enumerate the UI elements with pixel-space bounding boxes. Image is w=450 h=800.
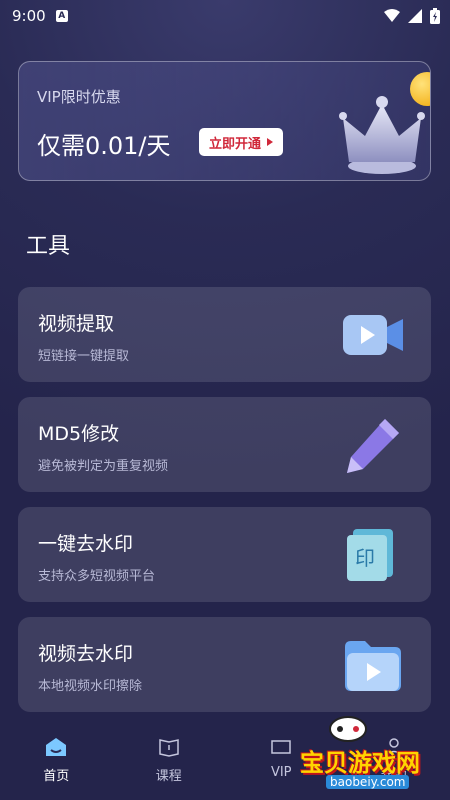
signal-icon: [408, 9, 422, 23]
tool-desc: 避免被判定为重复视频: [38, 459, 169, 474]
tool-card-md5[interactable]: MD5修改 避免被判定为重复视频: [18, 397, 431, 492]
crown-icon: [339, 96, 425, 174]
vip-open-button[interactable]: 立即开通: [199, 128, 284, 156]
notification-a-icon: A: [55, 10, 68, 22]
section-title-tools: 工具: [26, 234, 71, 259]
tool-title: 一键去水印: [38, 533, 134, 555]
status-time: 9:00: [12, 7, 46, 25]
tool-card-remove-watermark[interactable]: 一键去水印 支持众多短视频平台 印: [18, 507, 431, 602]
status-right: [384, 8, 440, 24]
svg-text:印: 印: [355, 546, 375, 570]
tool-card-video-extract[interactable]: 视频提取 短链接一键提取: [18, 287, 431, 382]
tool-desc: 支持众多短视频平台: [38, 569, 156, 584]
nav-label: 首页: [43, 769, 70, 784]
pencil-icon: [347, 419, 399, 473]
folder-play-icon: [345, 641, 401, 691]
tool-title: 视频去水印: [38, 643, 134, 665]
watermark-text: 宝贝游戏网: [300, 749, 420, 777]
watermark-url: baobeiy.com: [326, 775, 410, 789]
caret-right-icon: [267, 138, 274, 146]
gamepad-icon: [329, 716, 367, 742]
status-bar: 9:00 A: [0, 0, 450, 32]
nav-item-home[interactable]: 首页: [0, 725, 113, 800]
book-icon: [159, 739, 179, 757]
tool-card-video-watermark[interactable]: 视频去水印 本地视频水印擦除: [18, 617, 431, 712]
vip-subtitle: VIP限时优惠: [37, 88, 121, 106]
stamp-icon: 印: [347, 529, 393, 581]
vip-banner[interactable]: VIP限时优惠 仅需0.01/天 立即开通: [18, 61, 431, 181]
watermark-logo: 宝贝游戏网 baobeiy.com: [300, 705, 445, 795]
home-icon: [46, 738, 67, 756]
wifi-icon: [384, 9, 400, 22]
nav-label: VIP: [270, 765, 292, 780]
nav-item-course[interactable]: 课程: [113, 725, 226, 800]
nav-label: 课程: [155, 769, 182, 784]
tool-desc: 本地视频水印擦除: [38, 679, 143, 694]
vip-icon: [271, 740, 291, 754]
tool-title: MD5修改: [38, 423, 120, 445]
vip-price: 仅需0.01/天: [37, 132, 171, 160]
tool-title: 视频提取: [38, 313, 115, 335]
vip-open-label: 立即开通: [209, 136, 262, 152]
tool-desc: 短链接一键提取: [38, 349, 130, 364]
battery-icon: [430, 8, 440, 24]
status-left: 9:00 A: [12, 7, 68, 25]
video-camera-icon: [343, 315, 403, 355]
